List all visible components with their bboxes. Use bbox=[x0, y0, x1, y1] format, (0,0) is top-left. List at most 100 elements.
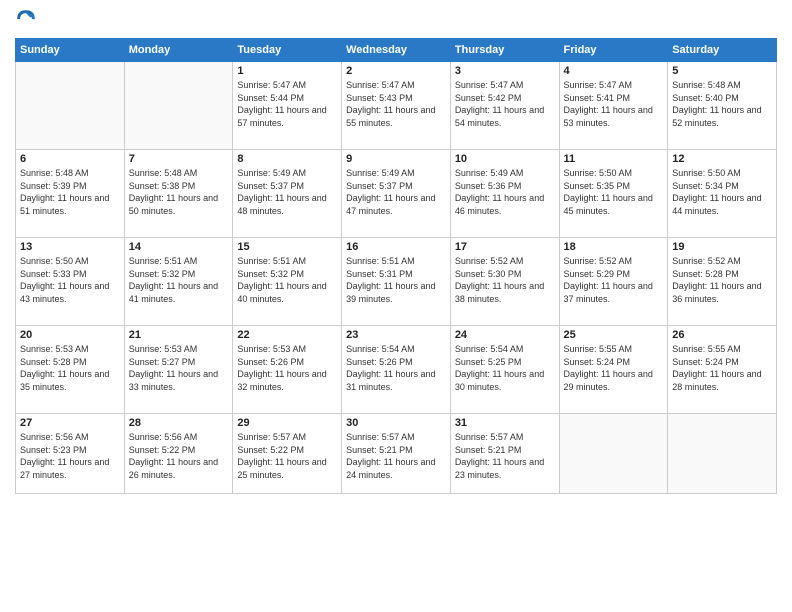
day-number: 12 bbox=[672, 153, 772, 165]
weekday-header-monday: Monday bbox=[124, 39, 233, 62]
day-number: 4 bbox=[564, 65, 664, 77]
day-number: 16 bbox=[346, 241, 446, 253]
day-info: Sunrise: 5:55 AM Sunset: 5:24 PM Dayligh… bbox=[672, 343, 772, 393]
day-number: 2 bbox=[346, 65, 446, 77]
week-row-2: 13 Sunrise: 5:50 AM Sunset: 5:33 PM Dayli… bbox=[16, 238, 777, 326]
calendar-cell: 11Sunrise: 5:50 AM Sunset: 5:35 PM Dayli… bbox=[559, 150, 668, 238]
calendar-cell: 21 Sunrise: 5:53 AM Sunset: 5:27 PM Dayli… bbox=[124, 326, 233, 414]
calendar-cell: 9 Sunrise: 5:49 AM Sunset: 5:37 PM Daylig… bbox=[342, 150, 451, 238]
calendar-cell: 24Sunrise: 5:54 AM Sunset: 5:25 PM Dayli… bbox=[450, 326, 559, 414]
day-info: Sunrise: 5:50 AM Sunset: 5:33 PM Dayligh… bbox=[20, 255, 120, 305]
calendar-cell: 22 Sunrise: 5:53 AM Sunset: 5:26 PM Dayli… bbox=[233, 326, 342, 414]
day-info: Sunrise: 5:51 AM Sunset: 5:31 PM Dayligh… bbox=[346, 255, 446, 305]
day-number: 3 bbox=[455, 65, 555, 77]
weekday-header-row: SundayMondayTuesdayWednesdayThursdayFrid… bbox=[16, 39, 777, 62]
day-number: 14 bbox=[129, 241, 229, 253]
day-number: 9 bbox=[346, 153, 446, 165]
day-info: Sunrise: 5:49 AM Sunset: 5:37 PM Dayligh… bbox=[346, 167, 446, 217]
day-number: 1 bbox=[237, 65, 337, 77]
day-info: Sunrise: 5:53 AM Sunset: 5:28 PM Dayligh… bbox=[20, 343, 120, 393]
calendar-cell: 10 Sunrise: 5:49 AM Sunset: 5:36 PM Dayli… bbox=[450, 150, 559, 238]
day-info: Sunrise: 5:52 AM Sunset: 5:28 PM Dayligh… bbox=[672, 255, 772, 305]
weekday-header-saturday: Saturday bbox=[668, 39, 777, 62]
calendar-cell bbox=[559, 414, 668, 494]
day-info: Sunrise: 5:49 AM Sunset: 5:36 PM Dayligh… bbox=[455, 167, 555, 217]
calendar-cell: 14 Sunrise: 5:51 AM Sunset: 5:32 PM Dayli… bbox=[124, 238, 233, 326]
calendar-cell: 19 Sunrise: 5:52 AM Sunset: 5:28 PM Dayli… bbox=[668, 238, 777, 326]
day-info: Sunrise: 5:48 AM Sunset: 5:38 PM Dayligh… bbox=[129, 167, 229, 217]
weekday-header-thursday: Thursday bbox=[450, 39, 559, 62]
day-number: 25 bbox=[564, 329, 664, 341]
calendar-cell: 30 Sunrise: 5:57 AM Sunset: 5:21 PM Dayli… bbox=[342, 414, 451, 494]
calendar-cell: 7 Sunrise: 5:48 AM Sunset: 5:38 PM Daylig… bbox=[124, 150, 233, 238]
calendar-cell: 15Sunrise: 5:51 AM Sunset: 5:32 PM Dayli… bbox=[233, 238, 342, 326]
day-info: Sunrise: 5:50 AM Sunset: 5:34 PM Dayligh… bbox=[672, 167, 772, 217]
day-number: 13 bbox=[20, 241, 120, 253]
day-number: 26 bbox=[672, 329, 772, 341]
calendar-cell: 25 Sunrise: 5:55 AM Sunset: 5:24 PM Dayli… bbox=[559, 326, 668, 414]
day-number: 30 bbox=[346, 417, 446, 429]
day-number: 6 bbox=[20, 153, 120, 165]
day-number: 27 bbox=[20, 417, 120, 429]
calendar-cell: 17 Sunrise: 5:52 AM Sunset: 5:30 PM Dayli… bbox=[450, 238, 559, 326]
day-info: Sunrise: 5:57 AM Sunset: 5:22 PM Dayligh… bbox=[237, 431, 337, 481]
calendar-cell: 3 Sunrise: 5:47 AM Sunset: 5:42 PM Daylig… bbox=[450, 62, 559, 150]
day-info: Sunrise: 5:55 AM Sunset: 5:24 PM Dayligh… bbox=[564, 343, 664, 393]
day-number: 31 bbox=[455, 417, 555, 429]
day-info: Sunrise: 5:49 AM Sunset: 5:37 PM Dayligh… bbox=[237, 167, 337, 217]
calendar-cell: 23 Sunrise: 5:54 AM Sunset: 5:26 PM Dayli… bbox=[342, 326, 451, 414]
calendar-cell: 20 Sunrise: 5:53 AM Sunset: 5:28 PM Dayli… bbox=[16, 326, 125, 414]
week-row-4: 27 Sunrise: 5:56 AM Sunset: 5:23 PM Dayli… bbox=[16, 414, 777, 494]
day-info: Sunrise: 5:57 AM Sunset: 5:21 PM Dayligh… bbox=[346, 431, 446, 481]
weekday-header-wednesday: Wednesday bbox=[342, 39, 451, 62]
calendar-cell: 13 Sunrise: 5:50 AM Sunset: 5:33 PM Dayli… bbox=[16, 238, 125, 326]
day-info: Sunrise: 5:53 AM Sunset: 5:26 PM Dayligh… bbox=[237, 343, 337, 393]
calendar-cell: 6 Sunrise: 5:48 AM Sunset: 5:39 PM Daylig… bbox=[16, 150, 125, 238]
day-info: Sunrise: 5:54 AM Sunset: 5:26 PM Dayligh… bbox=[346, 343, 446, 393]
day-number: 5 bbox=[672, 65, 772, 77]
day-info: Sunrise: 5:52 AM Sunset: 5:29 PM Dayligh… bbox=[564, 255, 664, 305]
day-info: Sunrise: 5:54 AM Sunset: 5:25 PM Dayligh… bbox=[455, 343, 555, 393]
day-number: 19 bbox=[672, 241, 772, 253]
day-info: Sunrise: 5:48 AM Sunset: 5:40 PM Dayligh… bbox=[672, 79, 772, 129]
weekday-header-sunday: Sunday bbox=[16, 39, 125, 62]
weekday-header-friday: Friday bbox=[559, 39, 668, 62]
calendar-cell: 4 Sunrise: 5:47 AM Sunset: 5:41 PM Daylig… bbox=[559, 62, 668, 150]
day-number: 11 bbox=[564, 153, 664, 165]
day-number: 17 bbox=[455, 241, 555, 253]
week-row-1: 6 Sunrise: 5:48 AM Sunset: 5:39 PM Daylig… bbox=[16, 150, 777, 238]
calendar-cell: 1 Sunrise: 5:47 AM Sunset: 5:44 PM Daylig… bbox=[233, 62, 342, 150]
logo bbox=[15, 10, 41, 30]
weekday-header-tuesday: Tuesday bbox=[233, 39, 342, 62]
calendar-cell: 18 Sunrise: 5:52 AM Sunset: 5:29 PM Dayli… bbox=[559, 238, 668, 326]
calendar-cell: 5 Sunrise: 5:48 AM Sunset: 5:40 PM Daylig… bbox=[668, 62, 777, 150]
calendar-cell: 26 Sunrise: 5:55 AM Sunset: 5:24 PM Dayli… bbox=[668, 326, 777, 414]
day-info: Sunrise: 5:47 AM Sunset: 5:42 PM Dayligh… bbox=[455, 79, 555, 129]
day-number: 10 bbox=[455, 153, 555, 165]
calendar-cell: 29Sunrise: 5:57 AM Sunset: 5:22 PM Dayli… bbox=[233, 414, 342, 494]
calendar-cell: 31Sunrise: 5:57 AM Sunset: 5:21 PM Dayli… bbox=[450, 414, 559, 494]
calendar-cell bbox=[124, 62, 233, 150]
day-info: Sunrise: 5:56 AM Sunset: 5:22 PM Dayligh… bbox=[129, 431, 229, 481]
day-number: 22 bbox=[237, 329, 337, 341]
day-info: Sunrise: 5:47 AM Sunset: 5:43 PM Dayligh… bbox=[346, 79, 446, 129]
calendar-cell: 28 Sunrise: 5:56 AM Sunset: 5:22 PM Dayli… bbox=[124, 414, 233, 494]
day-number: 7 bbox=[129, 153, 229, 165]
day-number: 21 bbox=[129, 329, 229, 341]
day-info: Sunrise: 5:52 AM Sunset: 5:30 PM Dayligh… bbox=[455, 255, 555, 305]
header bbox=[15, 10, 777, 30]
day-info: Sunrise: 5:47 AM Sunset: 5:44 PM Dayligh… bbox=[237, 79, 337, 129]
day-info: Sunrise: 5:47 AM Sunset: 5:41 PM Dayligh… bbox=[564, 79, 664, 129]
day-number: 23 bbox=[346, 329, 446, 341]
calendar-cell: 12 Sunrise: 5:50 AM Sunset: 5:34 PM Dayli… bbox=[668, 150, 777, 238]
day-info: Sunrise: 5:48 AM Sunset: 5:39 PM Dayligh… bbox=[20, 167, 120, 217]
calendar-cell: 16 Sunrise: 5:51 AM Sunset: 5:31 PM Dayli… bbox=[342, 238, 451, 326]
day-number: 18 bbox=[564, 241, 664, 253]
day-number: 20 bbox=[20, 329, 120, 341]
day-info: Sunrise: 5:53 AM Sunset: 5:27 PM Dayligh… bbox=[129, 343, 229, 393]
logo-icon bbox=[15, 8, 37, 30]
day-number: 28 bbox=[129, 417, 229, 429]
day-info: Sunrise: 5:51 AM Sunset: 5:32 PM Dayligh… bbox=[129, 255, 229, 305]
day-info: Sunrise: 5:56 AM Sunset: 5:23 PM Dayligh… bbox=[20, 431, 120, 481]
week-row-0: 1 Sunrise: 5:47 AM Sunset: 5:44 PM Daylig… bbox=[16, 62, 777, 150]
